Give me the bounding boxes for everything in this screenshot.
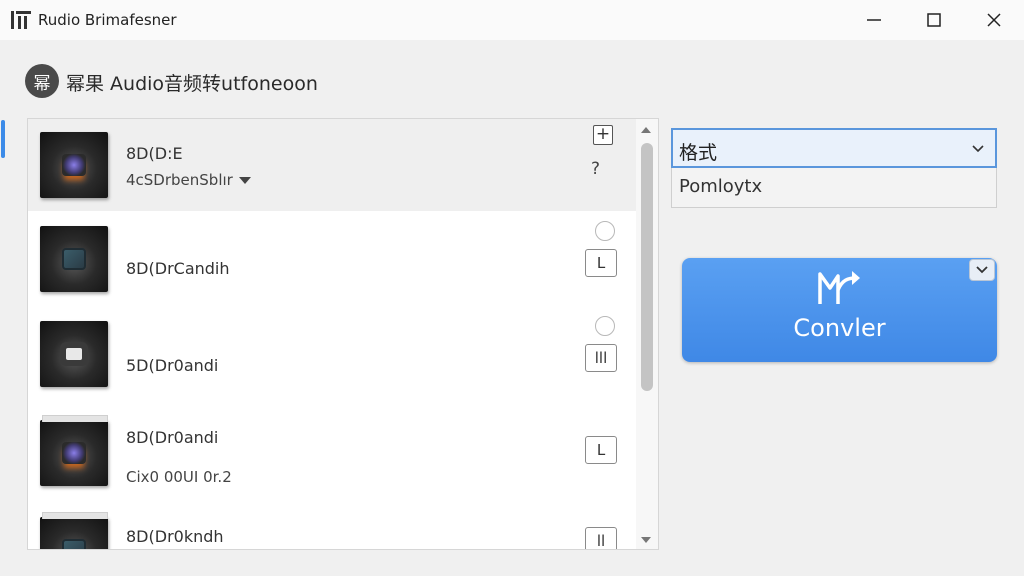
caret-down-icon bbox=[238, 177, 251, 184]
maximize-button[interactable] bbox=[904, 0, 964, 40]
format-selected-value: 格式 bbox=[679, 142, 718, 164]
select-radio[interactable] bbox=[595, 221, 615, 241]
equalizer-icon bbox=[40, 226, 108, 292]
format-option[interactable]: Pomloytx bbox=[671, 168, 997, 208]
convert-label: Convler bbox=[793, 314, 886, 342]
item-action-button[interactable]: ll bbox=[585, 527, 617, 549]
app-logo-icon bbox=[11, 11, 31, 29]
list-item[interactable]: 5D(Dr0andi lll bbox=[28, 311, 636, 406]
minimize-button[interactable] bbox=[844, 0, 904, 40]
file-name: 5D(Dr0andi bbox=[126, 356, 219, 375]
list-item[interactable]: 8D(DrCandih L bbox=[28, 211, 636, 311]
chevron-down-icon bbox=[972, 145, 984, 153]
file-detail-text: 4cSDrbenSblır bbox=[126, 171, 233, 189]
minimize-icon bbox=[867, 19, 881, 21]
file-list: 8D(D:E 4cSDrbenSblır + ? 8D(DrCandih L 5… bbox=[27, 118, 659, 550]
close-icon bbox=[987, 13, 1001, 27]
close-button[interactable] bbox=[964, 0, 1024, 40]
scroll-thumb[interactable] bbox=[641, 143, 653, 391]
list-item[interactable]: 8D(Dr0kndh ll bbox=[28, 506, 636, 549]
file-name: 8D(DrCandih bbox=[126, 259, 230, 278]
select-radio[interactable] bbox=[595, 316, 615, 336]
list-scrollbar[interactable] bbox=[636, 119, 658, 549]
item-action-button[interactable]: lll bbox=[585, 344, 617, 372]
audio-disc-icon bbox=[40, 415, 108, 486]
scroll-up-icon[interactable] bbox=[641, 127, 651, 133]
file-detail[interactable]: 4cSDrbenSblır bbox=[126, 171, 251, 189]
brand-logo: 幂 bbox=[25, 64, 59, 98]
help-icon[interactable]: ? bbox=[591, 159, 600, 179]
audio-disc-icon bbox=[40, 132, 108, 198]
scroll-down-icon[interactable] bbox=[641, 537, 651, 543]
convert-button[interactable]: Convler bbox=[682, 258, 997, 362]
title-bar: Rudio Brimafesner bbox=[0, 0, 1024, 40]
file-name: 8D(D:E bbox=[126, 144, 183, 163]
format-option-label: Pomloytx bbox=[679, 176, 763, 197]
list-item[interactable]: 8D(Dr0andi Cix0 00UI 0r.2 L bbox=[28, 406, 636, 506]
convert-arrow-icon bbox=[818, 271, 860, 304]
file-name: 8D(Dr0andi bbox=[126, 428, 219, 447]
add-button[interactable]: + bbox=[593, 125, 613, 145]
format-dropdown[interactable]: 格式 bbox=[671, 128, 997, 168]
item-action-button[interactable]: L bbox=[585, 436, 617, 464]
nav-indicator bbox=[1, 120, 5, 158]
speaker-icon bbox=[40, 321, 108, 387]
equalizer-icon bbox=[40, 512, 108, 549]
file-detail: Cix0 00UI 0r.2 bbox=[126, 468, 232, 486]
maximize-icon bbox=[927, 13, 941, 27]
convert-options-button[interactable] bbox=[969, 259, 995, 281]
file-name: 8D(Dr0kndh bbox=[126, 527, 224, 546]
window-title: Rudio Brimafesner bbox=[38, 11, 177, 29]
item-action-button[interactable]: L bbox=[585, 249, 617, 277]
list-item[interactable]: 8D(D:E 4cSDrbenSblır + ? bbox=[28, 119, 636, 211]
page-title: 幂果 Audio音频转utfoneoon bbox=[66, 73, 318, 95]
chevron-down-icon bbox=[976, 266, 988, 274]
